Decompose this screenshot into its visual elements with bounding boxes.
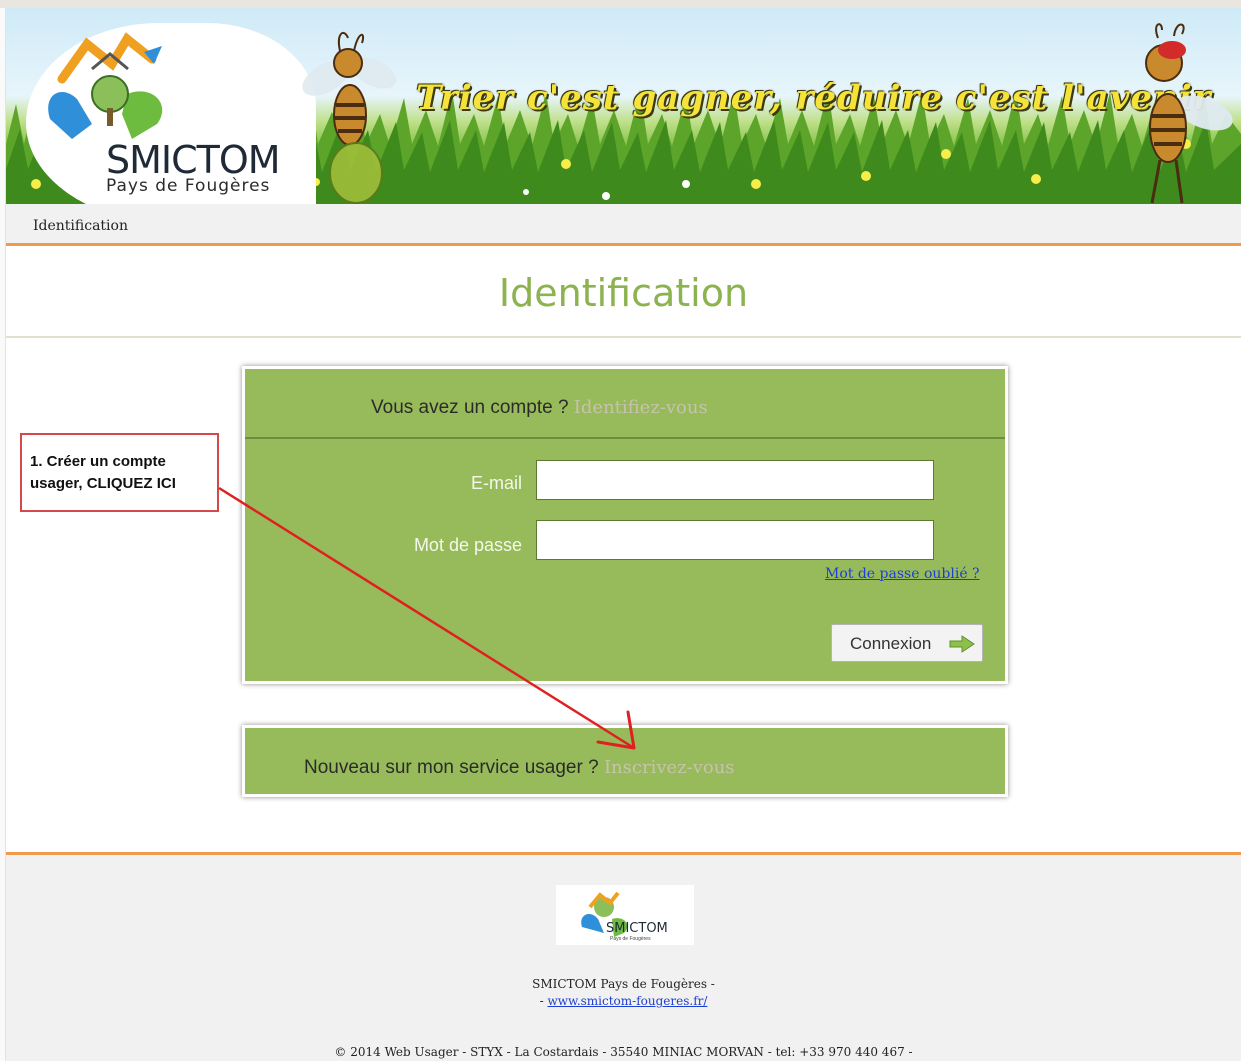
breadcrumb-current[interactable]: Identification: [33, 218, 128, 234]
footer-copyright: © 2014 Web Usager - STYX - La Costardais…: [334, 1045, 913, 1059]
login-question-text: Vous avez un compte ?: [371, 397, 569, 418]
forgot-password-link[interactable]: Mot de passe oublié ?: [825, 566, 980, 582]
smictom-logo-icon: [48, 32, 163, 139]
header-slogan: Trier c'est gagner, réduire c'est l'aven…: [416, 78, 1212, 118]
login-panel-header: Vous avez un compte ? Identifiez-vous: [245, 369, 1005, 439]
page-title: Identification: [498, 271, 749, 315]
bee-mascot-left-icon: [302, 31, 397, 204]
register-question-text: Nouveau sur mon service usager ?: [304, 757, 599, 778]
connect-button-label: Connexion: [850, 634, 932, 653]
connect-button[interactable]: Connexion: [831, 624, 983, 662]
email-field[interactable]: [536, 460, 934, 500]
footer-logo-title: SMICTOM: [606, 921, 668, 936]
annotation-text: 1. Créer un compte usager, CLIQUEZ ICI: [30, 453, 176, 492]
email-label: E-mail: [470, 473, 522, 493]
footer-org-line: SMICTOM Pays de Fougères -: [532, 977, 715, 991]
logo-subtitle: Pays de Fougères: [106, 176, 271, 196]
footer-logo-subtitle: Pays de Fougères: [610, 936, 651, 942]
register-link[interactable]: Inscrivez-vous: [604, 757, 735, 778]
login-panel: Vous avez un compte ? Identifiez-vous E-…: [242, 366, 1008, 684]
footer: SMICTOM Pays de Fougères SMICTOM Pays de…: [6, 852, 1241, 1061]
register-panel: Nouveau sur mon service usager ? Inscriv…: [242, 725, 1008, 797]
annotation-callout: 1. Créer un compte usager, CLIQUEZ ICI: [20, 433, 219, 512]
top-strip: [0, 0, 1241, 8]
footer-website-link[interactable]: www.smictom-fougeres.fr/: [547, 994, 707, 1008]
footer-logo[interactable]: SMICTOM Pays de Fougères: [556, 885, 694, 945]
header-banner: SMICTOM Pays de Fougères Trier c'est gag…: [6, 8, 1241, 204]
password-label: Mot de passe: [413, 535, 522, 555]
footer-website-line: - www.smictom-fougeres.fr/: [6, 994, 1241, 1008]
breadcrumb-bar: Identification: [6, 204, 1241, 246]
register-question: Nouveau sur mon service usager ? Inscriv…: [304, 757, 735, 779]
bee-mascot-right-icon: [1145, 23, 1233, 204]
page-title-zone: Identification: [6, 249, 1241, 338]
identify-link[interactable]: Identifiez-vous: [574, 397, 708, 418]
arrow-right-icon: [949, 635, 975, 653]
password-field[interactable]: [536, 520, 934, 560]
login-question: Vous avez un compte ? Identifiez-vous: [371, 397, 708, 419]
